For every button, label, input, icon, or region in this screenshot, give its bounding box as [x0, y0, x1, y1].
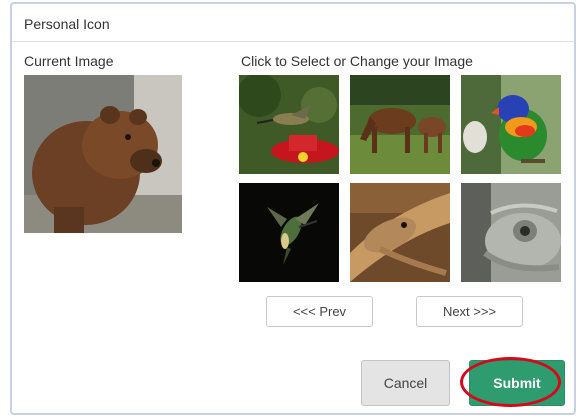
horses-photo-icon	[350, 75, 450, 174]
gallery-thumb-hummingbird-flying[interactable]	[239, 183, 339, 282]
hummingbird-feeder-photo-icon	[239, 75, 339, 174]
brown-bear-photo-icon	[24, 75, 182, 233]
dialog-header: Personal Icon	[12, 4, 574, 42]
gallery-thumb-chameleon[interactable]	[461, 183, 561, 282]
chameleon-photo-icon	[461, 183, 561, 282]
select-image-label: Click to Select or Change your Image	[241, 53, 473, 69]
dialog-title: Personal Icon	[24, 16, 110, 32]
personal-icon-dialog: Personal Icon Current Image Click to Sel…	[10, 2, 576, 415]
submit-button[interactable]: Submit	[469, 360, 565, 406]
cancel-button[interactable]: Cancel	[361, 360, 450, 406]
parrot-photo-icon	[461, 75, 561, 174]
gallery-thumb-horses[interactable]	[350, 75, 450, 174]
current-image-label: Current Image	[24, 53, 114, 69]
next-page-button[interactable]: Next >>>	[416, 296, 523, 327]
lizard-photo-icon	[350, 183, 450, 282]
prev-page-button[interactable]: <<< Prev	[266, 296, 373, 327]
gallery-thumb-hummingbird-feeder[interactable]	[239, 75, 339, 174]
current-image-bear	[24, 75, 182, 233]
gallery-thumb-lizard[interactable]	[350, 183, 450, 282]
gallery-thumb-parrot[interactable]	[461, 75, 561, 174]
hummingbird-flying-photo-icon	[239, 183, 339, 282]
